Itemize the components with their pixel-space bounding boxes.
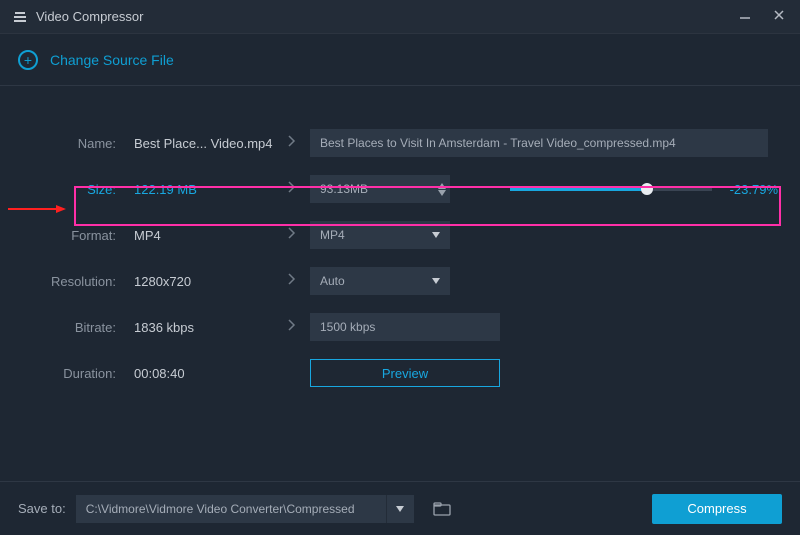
caret-down-icon <box>432 276 440 287</box>
app-title: Video Compressor <box>36 9 143 24</box>
target-size-field[interactable]: 93.13MB <box>310 175 450 203</box>
bitrate-target: 1500 kbps <box>320 320 375 334</box>
stepper-up-icon[interactable] <box>438 183 446 189</box>
save-path-dropdown[interactable] <box>386 495 414 523</box>
chevron-right-icon <box>287 318 297 337</box>
footer: Save to: C:\Vidmore\Vidmore Video Conver… <box>0 481 800 535</box>
row-size: Size: 122.19 MB 93.13MB -23.79% <box>44 166 778 212</box>
save-to-label: Save to: <box>18 501 66 516</box>
title-bar: Video Compressor <box>0 0 800 34</box>
row-resolution: Resolution: 1280x720 Auto <box>44 258 778 304</box>
format-value: MP4 <box>134 228 274 243</box>
size-label: Size: <box>44 182 134 197</box>
resolution-select[interactable]: Auto <box>310 267 450 295</box>
preview-button[interactable]: Preview <box>310 359 500 387</box>
chevron-right-icon <box>287 272 297 291</box>
name-label: Name: <box>44 136 134 151</box>
output-name-field[interactable]: Best Places to Visit In Amsterdam - Trav… <box>310 129 768 157</box>
target-size-text: 93.13MB <box>320 182 368 196</box>
caret-down-icon <box>396 506 404 512</box>
duration-value: 00:08:40 <box>134 366 274 381</box>
row-bitrate: Bitrate: 1836 kbps 1500 kbps <box>44 304 778 350</box>
size-value: 122.19 MB <box>134 182 274 197</box>
bitrate-label: Bitrate: <box>44 320 134 335</box>
resolution-selected: Auto <box>320 274 345 288</box>
caret-down-icon <box>432 230 440 241</box>
bitrate-value: 1836 kbps <box>134 320 274 335</box>
window-controls <box>738 8 786 25</box>
slider-thumb[interactable] <box>641 183 653 195</box>
header: + Change Source File <box>0 34 800 86</box>
open-folder-button[interactable] <box>428 495 456 523</box>
resolution-value: 1280x720 <box>134 274 274 289</box>
save-path-field[interactable]: C:\Vidmore\Vidmore Video Converter\Compr… <box>76 495 386 523</box>
format-label: Format: <box>44 228 134 243</box>
chevron-right-icon <box>287 226 297 245</box>
duration-label: Duration: <box>44 366 134 381</box>
title-bar-left: Video Compressor <box>14 9 143 24</box>
minimize-button[interactable] <box>738 8 752 25</box>
folder-icon <box>433 502 451 516</box>
size-percent: -23.79% <box>730 182 778 197</box>
change-source-button[interactable]: + Change Source File <box>18 50 174 70</box>
format-selected: MP4 <box>320 228 345 242</box>
output-name-text: Best Places to Visit In Amsterdam - Trav… <box>320 136 676 150</box>
app-icon <box>14 12 26 22</box>
resolution-label: Resolution: <box>44 274 134 289</box>
save-path-text: C:\Vidmore\Vidmore Video Converter\Compr… <box>86 502 355 516</box>
row-format: Format: MP4 MP4 <box>44 212 778 258</box>
name-value: Best Place... Video.mp4 <box>134 136 274 151</box>
stepper-down-icon[interactable] <box>438 190 446 196</box>
format-select[interactable]: MP4 <box>310 221 450 249</box>
main-panel: Name: Best Place... Video.mp4 Best Place… <box>0 86 800 418</box>
change-source-label: Change Source File <box>50 52 174 68</box>
size-slider-wrap: -23.79% <box>450 181 778 197</box>
plus-icon: + <box>18 50 38 70</box>
size-slider[interactable] <box>510 181 712 197</box>
row-name: Name: Best Place... Video.mp4 Best Place… <box>44 120 778 166</box>
bitrate-field[interactable]: 1500 kbps <box>310 313 500 341</box>
chevron-right-icon <box>287 134 297 153</box>
row-duration: Duration: 00:08:40 Preview <box>44 350 778 396</box>
compress-button[interactable]: Compress <box>652 494 782 524</box>
preview-label: Preview <box>382 366 428 381</box>
compress-label: Compress <box>687 501 746 516</box>
close-button[interactable] <box>772 8 786 25</box>
slider-fill <box>510 188 647 191</box>
size-stepper[interactable] <box>438 183 446 196</box>
chevron-right-icon <box>287 180 297 199</box>
